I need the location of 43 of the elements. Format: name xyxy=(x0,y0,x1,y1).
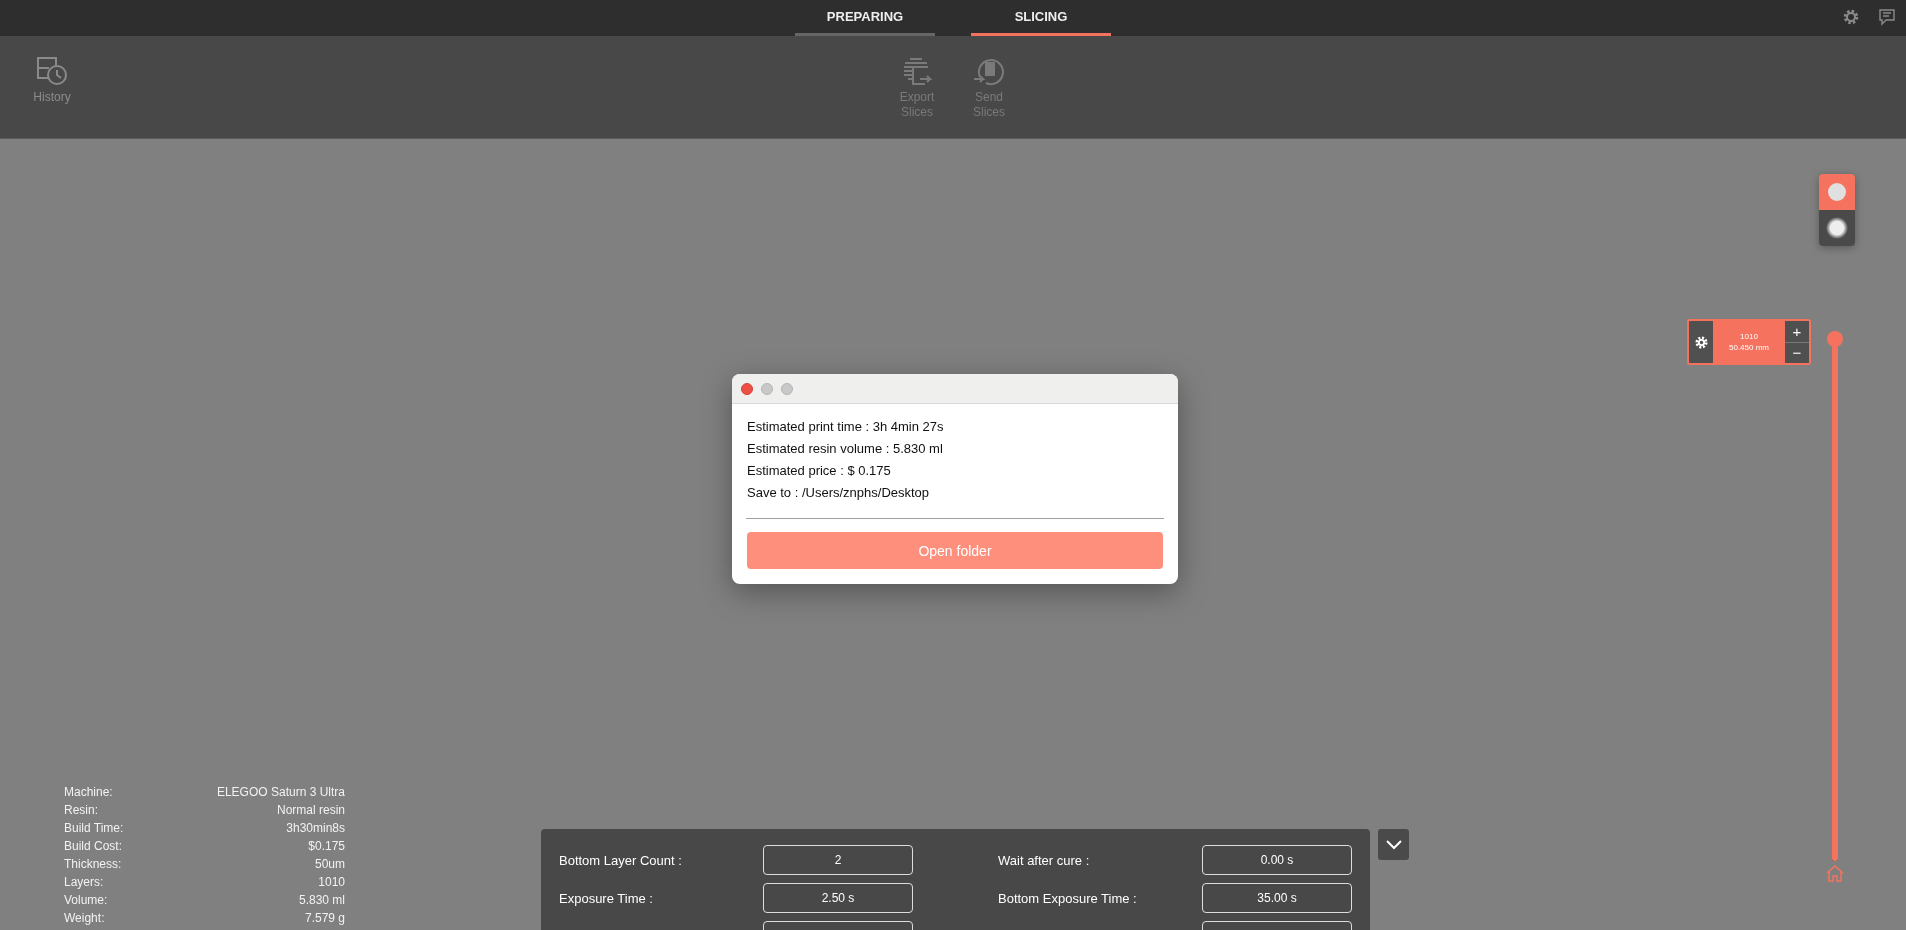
info-label: Build Cost: xyxy=(64,839,124,854)
history-icon xyxy=(35,56,69,86)
info-value: 1010 xyxy=(317,875,345,890)
info-value: 3h30min8s xyxy=(285,821,345,836)
close-button[interactable] xyxy=(741,382,753,395)
info-value: ELEGOO Saturn 3 Ultra xyxy=(215,785,345,800)
info-label: Volume: xyxy=(64,893,109,908)
info-label: Build Time: xyxy=(64,821,125,836)
info-value: 50um xyxy=(313,857,345,872)
settings-icon[interactable] xyxy=(1842,8,1860,26)
parameter-label: Wait after cure : xyxy=(998,852,1091,868)
solid-circle-icon xyxy=(1827,182,1847,202)
send-icon xyxy=(972,56,1006,86)
parameter-label: Bottom Exposure Time : xyxy=(998,890,1138,906)
input-field[interactable]: 2 xyxy=(763,845,913,875)
slider-thumb[interactable] xyxy=(1827,331,1843,347)
info-value: $0.175 xyxy=(307,839,345,854)
blurred-circle-icon xyxy=(1826,217,1848,239)
info-line: Estimated price : $ 0.175 xyxy=(747,462,892,480)
view-toggle-button[interactable] xyxy=(1819,210,1855,246)
info-label: Weight: xyxy=(64,911,106,926)
layer-number: 1010 xyxy=(1740,331,1758,342)
info-label: Resin: xyxy=(64,803,99,818)
chevron-down-icon xyxy=(1385,839,1402,850)
info-value: Normal resin xyxy=(276,803,345,818)
info-label: Machine: xyxy=(64,785,114,800)
info-line: Estimated print time : 3h 4min 27s xyxy=(747,418,945,436)
chat-icon[interactable] xyxy=(1878,8,1896,26)
info-label: Layers: xyxy=(64,875,105,890)
input-field[interactable]: 35.00 s xyxy=(1202,883,1352,913)
collapse-button[interactable] xyxy=(1378,829,1409,860)
input-field[interactable]: 2.50 s xyxy=(763,883,913,913)
input-field[interactable]: 0.00 s xyxy=(1202,845,1352,875)
parameter-label: Bottom Layer Count : xyxy=(559,852,683,868)
info-value: 5.830 ml xyxy=(297,893,345,908)
info-value: 7.579 g xyxy=(303,911,345,926)
info-label: Thickness: xyxy=(64,857,123,872)
layer-height: 50.450 mm xyxy=(1729,342,1769,353)
parameter-label: Exposure Time : xyxy=(559,890,654,906)
info-line: Save to : /Users/znphs/Desktop xyxy=(747,484,931,502)
info-line: Estimated resin volume : 5.830 ml xyxy=(747,440,944,458)
minus-button[interactable]: − xyxy=(1785,341,1809,363)
view-toggle-button[interactable] xyxy=(1819,174,1855,210)
